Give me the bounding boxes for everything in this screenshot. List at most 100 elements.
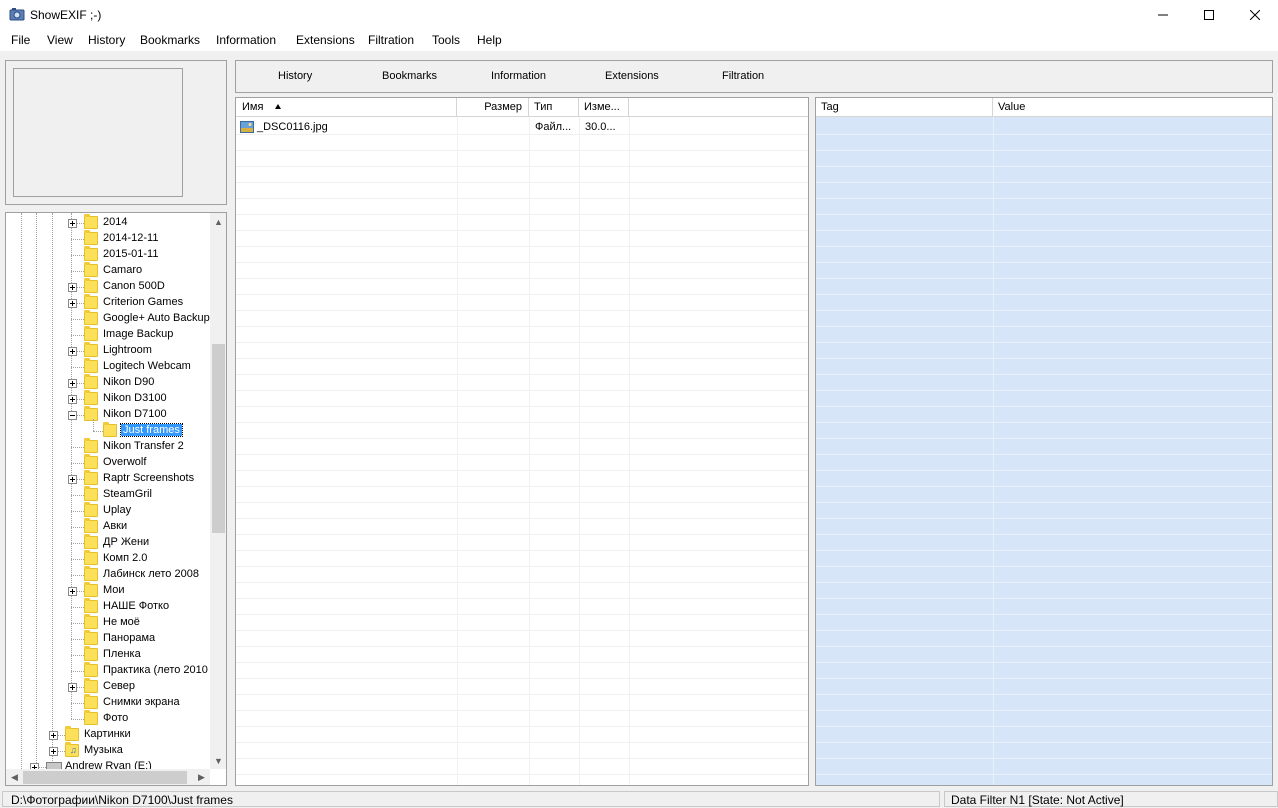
tree-item[interactable]: Andrew Ryan (E:) [6,759,210,769]
tree-item[interactable]: 2014-12-11 [6,230,210,247]
folder-icon [84,438,98,453]
row-divider [236,310,808,311]
expand-icon[interactable] [68,395,77,404]
expand-icon[interactable] [68,219,77,228]
tree-item[interactable]: Criterion Games [6,294,210,311]
menu-bookmarks[interactable]: Bookmarks [140,33,200,47]
expand-icon[interactable] [68,683,77,692]
column-header-type[interactable]: Тип [529,98,579,117]
tree-item-label: Camaro [103,264,143,276]
tree-item[interactable]: Lightroom [6,342,210,359]
expand-icon[interactable] [49,747,58,756]
menu-file[interactable]: File [11,33,30,47]
close-button[interactable] [1232,0,1278,30]
folder-tree: 2014 2014-12-11 2015-01-11 Camaro Canon 500D… [5,212,227,786]
tree-item[interactable]: Logitech Webcam [6,358,210,375]
tree-connector [71,671,84,672]
tree-item[interactable]: Лабинск лето 2008 [6,566,210,583]
tree-item[interactable]: Панорама [6,630,210,647]
tree-item[interactable]: Пленка [6,646,210,663]
menu-information[interactable]: Information [216,33,276,47]
tree-item[interactable]: SteamGril [6,486,210,503]
tree-item[interactable]: Uplay [6,502,210,519]
scroll-left-icon[interactable]: ◀ [6,769,23,785]
tree-item[interactable]: Nikon D90 [6,374,210,391]
tree-item[interactable]: Google+ Auto Backup [6,310,210,327]
column-header-value[interactable]: Value [993,98,1272,117]
tree-item[interactable]: Nikon D7100 [6,406,210,423]
menu-filtration[interactable]: Filtration [368,33,414,47]
expand-icon[interactable] [68,299,77,308]
tab-information[interactable]: Information [491,70,546,82]
scroll-down-icon[interactable]: ▼ [210,752,226,769]
expand-icon[interactable] [68,587,77,596]
tab-bookmarks[interactable]: Bookmarks [382,70,437,82]
maximize-button[interactable] [1186,0,1232,30]
tree-connector [71,319,84,320]
column-header-modified[interactable]: Изме... [579,98,629,117]
scroll-right-icon[interactable]: ▶ [193,769,210,785]
row-divider [236,454,808,455]
column-header-tag[interactable]: Tag [816,98,993,117]
tree-item[interactable]: Overwolf [6,454,210,471]
menu-view[interactable]: View [47,33,73,47]
tree-item[interactable]: Снимки экрана [6,694,210,711]
tree-hscroll-thumb[interactable] [23,771,187,784]
tree-item[interactable]: Не моё [6,614,210,631]
column-header-label: Имя [242,101,264,113]
row-divider [236,262,808,263]
expand-icon[interactable] [68,283,77,292]
menu-extensions[interactable]: Extensions [296,33,355,47]
folder-icon [84,646,98,661]
tree-item[interactable]: НАШЕ Фотко [6,598,210,615]
tree-item[interactable]: ДР Жени [6,534,210,551]
tree-item[interactable]: Мои [6,582,210,599]
tree-item[interactable]: Комп 2.0 [6,550,210,567]
tree-item[interactable]: Raptr Screenshots [6,470,210,487]
window-title: ShowEXIF ;-) [30,8,102,22]
tree-item[interactable]: Картинки [6,726,210,743]
expand-icon[interactable] [68,379,77,388]
row-divider [236,518,808,519]
column-header-name[interactable]: Имя [236,98,457,117]
tree-vscroll-thumb[interactable] [212,344,225,533]
tree-item[interactable]: Image Backup [6,326,210,343]
minimize-button[interactable] [1140,0,1186,30]
row-divider [816,598,1272,599]
tree-item-label: Практика (лето 2010 [103,664,208,676]
tree-item[interactable]: Практика (лето 2010 [6,662,210,679]
tree-item[interactable]: Север [6,678,210,695]
tree-item[interactable]: Фото [6,710,210,727]
tree-item[interactable]: 2014 [6,214,210,231]
expand-icon[interactable] [68,347,77,356]
tree-item[interactable]: Just frames [6,422,210,439]
tree-item[interactable]: Авки [6,518,210,535]
tree-item-label: Nikon Transfer 2 [103,440,184,452]
expand-icon[interactable] [68,475,77,484]
scroll-up-icon[interactable]: ▲ [210,213,226,230]
tab-bar: History Bookmarks Information Extensions… [235,60,1273,93]
tree-horizontal-scrollbar[interactable]: ◀ ▶ [6,769,210,785]
tree-vertical-scrollbar[interactable]: ▲ ▼ [210,213,226,769]
tab-extensions[interactable]: Extensions [605,70,659,82]
menu-tools[interactable]: Tools [432,33,460,47]
collapse-icon[interactable] [68,411,77,420]
column-header-size[interactable]: Размер [457,98,529,117]
row-divider [236,662,808,663]
file-type: Файл... [535,121,572,133]
tree-item[interactable]: Nikon D3100 [6,390,210,407]
tree-item[interactable]: Camaro [6,262,210,279]
tab-filtration[interactable]: Filtration [722,70,764,82]
tab-history[interactable]: History [278,70,312,82]
row-divider [816,374,1272,375]
expand-icon[interactable] [49,731,58,740]
tree-item[interactable]: Nikon Transfer 2 [6,438,210,455]
tree-item[interactable]: ♫ Музыка [6,742,210,759]
tree-item-label: Image Backup [103,328,174,340]
title-bar: ShowEXIF ;-) [0,0,1278,30]
menu-history[interactable]: History [88,33,125,47]
folder-icon [84,374,98,389]
tree-item[interactable]: 2015-01-11 [6,246,210,263]
menu-help[interactable]: Help [477,33,502,47]
tree-item[interactable]: Canon 500D [6,278,210,295]
